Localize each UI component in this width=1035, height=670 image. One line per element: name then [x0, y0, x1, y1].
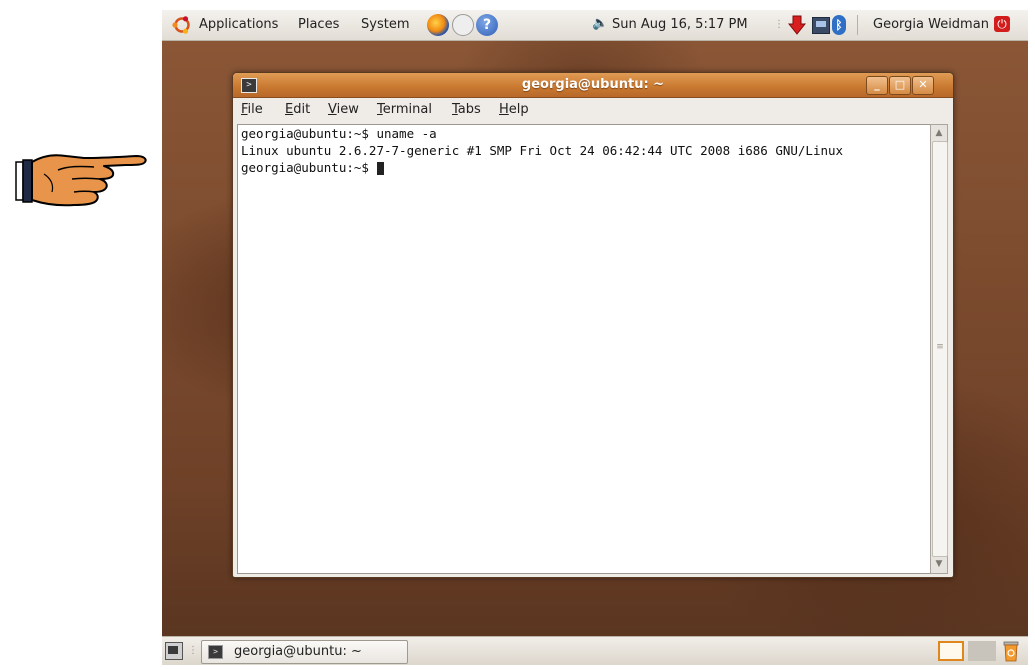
volume-icon[interactable]: 🔈 [592, 16, 608, 31]
terminal-line: georgia@ubuntu:~$ [241, 160, 377, 175]
show-desktop-button[interactable] [165, 642, 183, 660]
workspace-1[interactable] [938, 641, 964, 661]
terminal-window: > georgia@ubuntu: ~ _ □ ✕ File Edit View… [232, 72, 954, 578]
clock[interactable]: Sun Aug 16, 5:17 PM [612, 17, 748, 32]
menu-file[interactable]: File [241, 102, 263, 117]
menu-tabs[interactable]: Tabs [452, 102, 481, 117]
network-icon[interactable] [812, 17, 830, 34]
terminal-prompt: georgia@ubuntu:~$ [241, 160, 385, 175]
minimize-button[interactable]: _ [866, 76, 888, 95]
menu-edit[interactable]: Edit [285, 102, 310, 117]
panel-separator: ⋮ [188, 645, 198, 656]
update-notifier-icon[interactable] [788, 15, 806, 35]
pointing-hand-icon [15, 154, 147, 207]
menu-applications[interactable]: Applications [199, 17, 278, 32]
firefox-icon[interactable] [427, 14, 449, 36]
menu-terminal[interactable]: Terminal [377, 102, 432, 117]
terminal-area[interactable]: georgia@ubuntu:~$ uname -a Linux ubuntu … [237, 124, 931, 574]
mail-icon[interactable] [452, 14, 474, 36]
trash-icon[interactable] [1002, 640, 1020, 662]
scrollbar-thumb[interactable]: ≡ [932, 141, 948, 557]
workspace-2[interactable] [968, 641, 996, 661]
menu-places[interactable]: Places [298, 17, 339, 32]
panel-divider [857, 15, 858, 35]
user-name[interactable]: Georgia Weidman [873, 17, 989, 32]
window-titlebar[interactable]: > georgia@ubuntu: ~ _ □ ✕ [233, 73, 953, 98]
text-cursor [377, 162, 385, 175]
panel-separator: ⋮ [774, 19, 784, 30]
desktop-screen: Applications Places System ? 🔈 Sun Aug 1… [162, 10, 1028, 665]
taskbar-item-terminal[interactable]: > georgia@ubuntu: ~ [201, 640, 408, 664]
vertical-scrollbar[interactable]: ▲ ≡ ▼ [930, 124, 948, 574]
terminal-line: georgia@ubuntu:~$ uname -a [241, 126, 437, 141]
window-menubar: File Edit View Terminal Tabs Help [233, 98, 953, 122]
window-title: georgia@ubuntu: ~ [521, 77, 665, 92]
scrollbar-grip-icon: ≡ [936, 342, 944, 352]
maximize-button[interactable]: □ [889, 76, 911, 95]
power-icon[interactable]: ⏻ [994, 16, 1010, 32]
help-icon[interactable]: ? [476, 14, 498, 36]
terminal-icon: > [208, 645, 223, 659]
taskbar-item-label: georgia@ubuntu: ~ [234, 644, 362, 659]
scroll-down-icon[interactable]: ▼ [932, 557, 946, 571]
bottom-panel: ⋮ > georgia@ubuntu: ~ [162, 636, 1028, 665]
ubuntu-logo-icon[interactable] [172, 15, 192, 35]
menu-view[interactable]: View [328, 102, 359, 117]
close-button[interactable]: ✕ [912, 76, 934, 95]
menu-system[interactable]: System [361, 17, 409, 32]
menu-help[interactable]: Help [499, 102, 529, 117]
top-panel: Applications Places System ? 🔈 Sun Aug 1… [162, 10, 1028, 41]
bluetooth-icon[interactable]: ᛒ [832, 15, 846, 35]
scroll-up-icon[interactable]: ▲ [932, 126, 946, 140]
terminal-line: Linux ubuntu 2.6.27-7-generic #1 SMP Fri… [241, 143, 844, 158]
